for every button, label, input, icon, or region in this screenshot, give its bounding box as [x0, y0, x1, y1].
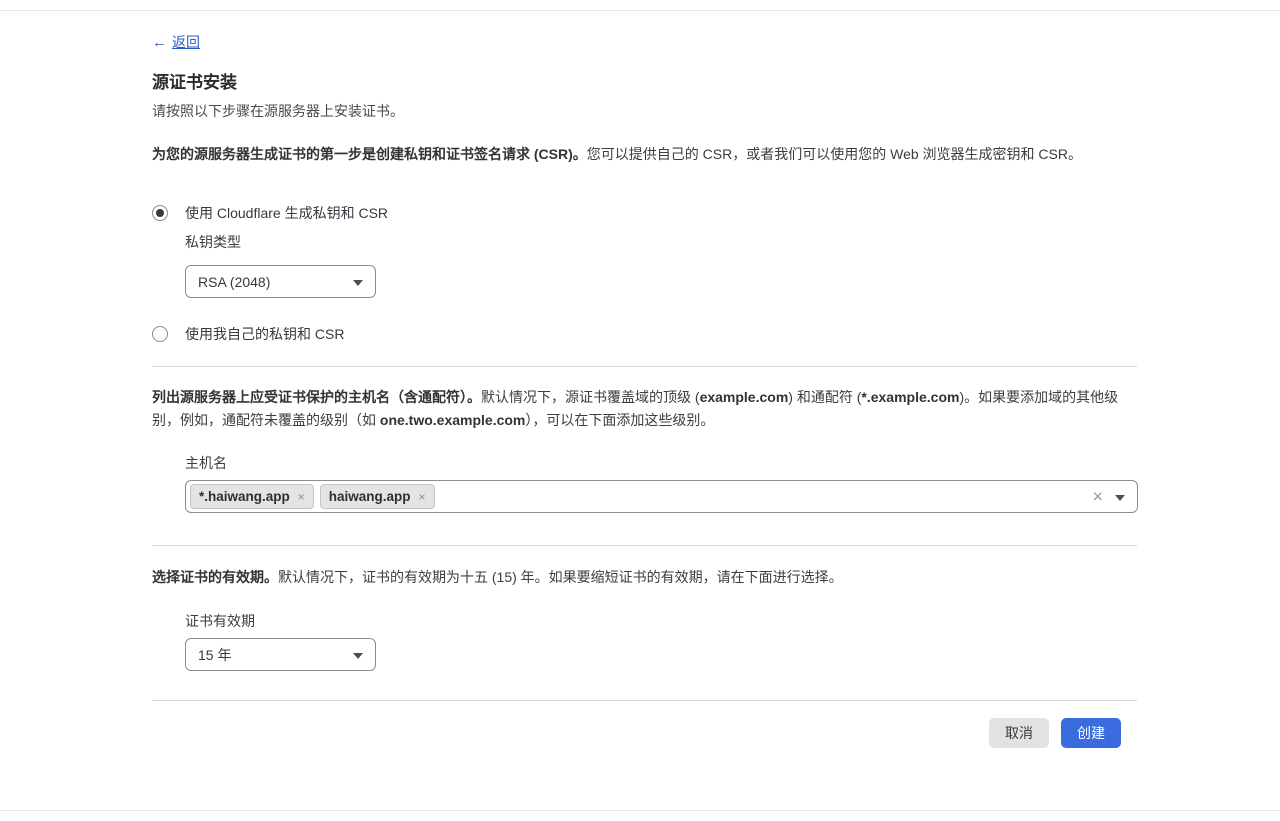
- csr-intro-paragraph: 为您的源服务器生成证书的第一步是创建私钥和证书签名请求 (CSR)。您可以提供自…: [152, 143, 1137, 166]
- hostnames-intro-seg: ），可以在下面添加这些级别。: [525, 412, 714, 428]
- private-key-type-value: RSA (2048): [198, 274, 270, 290]
- page-subtitle: 请按照以下步骤在源服务器上安装证书。: [152, 103, 1137, 119]
- radio-own-key-csr[interactable]: 使用我自己的私钥和 CSR: [152, 324, 1137, 344]
- wildcard-domain-text: *.example.com: [861, 389, 959, 405]
- create-button[interactable]: 创建: [1061, 718, 1121, 748]
- radio-own-key-label: 使用我自己的私钥和 CSR: [185, 324, 344, 344]
- back-link-label: 返回: [172, 32, 200, 52]
- csr-intro-bold: 为您的源服务器生成证书的第一步是创建私钥和证书签名请求 (CSR)。: [152, 146, 587, 162]
- radio-generate-with-cloudflare[interactable]: 使用 Cloudflare 生成私钥和 CSR: [152, 203, 1137, 223]
- chevron-down-icon: [353, 280, 363, 286]
- validity-select[interactable]: 15 年: [185, 638, 376, 671]
- validity-value: 15 年: [198, 645, 231, 665]
- radio-button-icon[interactable]: [152, 326, 168, 342]
- hostnames-intro-seg: 默认情况下，源证书覆盖域的顶级 (: [481, 389, 700, 405]
- hostnames-tag-input[interactable]: *.haiwang.app × haiwang.app × ×: [185, 480, 1138, 513]
- form-actions: 取消 创建: [152, 718, 1137, 748]
- back-link[interactable]: ← 返回: [152, 32, 200, 52]
- hostnames-intro-paragraph: 列出源服务器上应受证书保护的主机名（含通配符）。默认情况下，源证书覆盖域的顶级 …: [152, 386, 1137, 432]
- hostname-tag-label: *.haiwang.app: [199, 489, 290, 504]
- csr-intro-normal: 您可以提供自己的 CSR，或者我们可以使用您的 Web 浏览器生成密钥和 CSR…: [587, 146, 1082, 162]
- hostnames-intro-seg: ) 和通配符 (: [788, 389, 861, 405]
- back-arrow-icon: ←: [152, 34, 167, 51]
- clear-all-icon[interactable]: ×: [1092, 487, 1103, 505]
- validity-intro-normal: 默认情况下，证书的有效期为十五 (15) 年。如果要缩短证书的有效期，请在下面进…: [278, 569, 843, 585]
- validity-field-label: 证书有效期: [185, 611, 1137, 631]
- hostname-tag: *.haiwang.app ×: [190, 484, 314, 509]
- radio-generate-label: 使用 Cloudflare 生成私钥和 CSR: [185, 203, 388, 223]
- validity-intro-paragraph: 选择证书的有效期。默认情况下，证书的有效期为十五 (15) 年。如果要缩短证书的…: [152, 566, 1137, 589]
- hostname-tag: haiwang.app ×: [320, 484, 435, 509]
- chevron-down-icon: [353, 653, 363, 659]
- private-key-type-label: 私钥类型: [185, 232, 1137, 252]
- chevron-down-icon[interactable]: [1115, 495, 1125, 501]
- section-divider: [152, 700, 1137, 701]
- remove-tag-icon[interactable]: ×: [419, 490, 426, 504]
- radio-button-icon[interactable]: [152, 205, 168, 221]
- section-divider: [152, 366, 1137, 367]
- remove-tag-icon[interactable]: ×: [298, 490, 305, 504]
- bottom-divider: [0, 810, 1280, 811]
- hostnames-intro-bold: 列出源服务器上应受证书保护的主机名（含通配符）。: [152, 389, 481, 405]
- deep-domain-text: one.two.example.com: [380, 412, 525, 428]
- private-key-type-select[interactable]: RSA (2048): [185, 265, 376, 298]
- hostnames-field-label: 主机名: [185, 453, 1137, 473]
- validity-intro-bold: 选择证书的有效期。: [152, 569, 278, 585]
- section-divider: [152, 545, 1137, 546]
- origin-cert-form: ← 返回 源证书安装 请按照以下步骤在源服务器上安装证书。 为您的源服务器生成证…: [152, 11, 1137, 748]
- hostname-tag-label: haiwang.app: [329, 489, 411, 504]
- cancel-button[interactable]: 取消: [989, 718, 1049, 748]
- apex-domain-text: example.com: [700, 389, 789, 405]
- page-title: 源证书安装: [152, 72, 1137, 93]
